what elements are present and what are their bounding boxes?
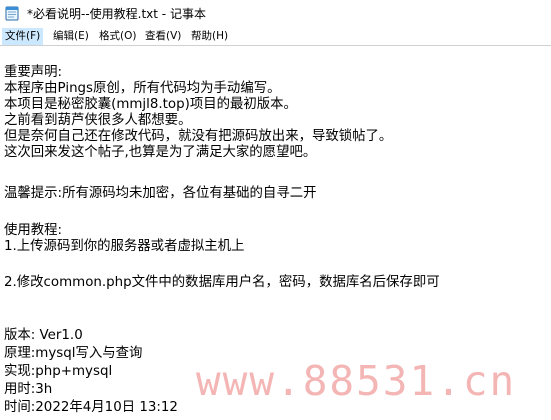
text-line: 实现:php+mysql [4,364,113,379]
text-line: 1.上传源码到你的服务器或者虚拟主机上 [4,239,245,254]
menu-file[interactable]: 文件(F) [2,28,44,45]
notepad-window: *必看说明--使用教程.txt - 记事本 文件(F) 编辑(E) 格式(O) … [0,0,551,420]
text-line: 这次回来发这个帖子,也算是为了满足大家的愿望吧。 [4,145,317,160]
text-line: 本项目是秘密胶囊(mmjl8.top)项目的最初版本。 [4,97,297,112]
menu-format[interactable]: 格式(O) [96,28,139,45]
text-line: 重要声明: [4,65,63,80]
text-line: 2.修改common.php文件中的数据库用户名，密码，数据库名后保存即可 [4,275,440,290]
text-editor[interactable]: 重要声明: 本程序由Pings原创，所有代码均为手动编写。 本项目是秘密胶囊(m… [0,46,551,420]
text-line: 但是奈何自己还在修改代码，就没有把源码放出来，导致锁帖了。 [4,129,393,144]
text-line: 本程序由Pings原创，所有代码均为手动编写。 [4,81,281,96]
text-line: 版本: Ver1.0 [4,328,83,343]
notepad-icon [4,5,20,21]
window-title: *必看说明--使用教程.txt - 记事本 [27,7,206,21]
text-line: 温馨提示:所有源码均未加密，各位有基础的自寻二开 [4,186,317,201]
text-line: 用时:3h [4,382,53,397]
menu-bar: 文件(F) 编辑(E) 格式(O) 查看(V) 帮助(H) [0,28,551,46]
menu-help[interactable]: 帮助(H) [188,28,231,45]
text-line: 原理:mysql写入与查询 [4,346,143,361]
text-line: 使用教程: [4,223,63,238]
title-bar[interactable]: *必看说明--使用教程.txt - 记事本 [0,0,551,28]
text-line: 时间:2022年4月10日 13:12 [4,400,178,415]
menu-view[interactable]: 查看(V) [142,28,184,45]
menu-edit[interactable]: 编辑(E) [50,28,92,45]
text-line: 之前看到葫芦侠很多人都想要。 [4,113,192,128]
